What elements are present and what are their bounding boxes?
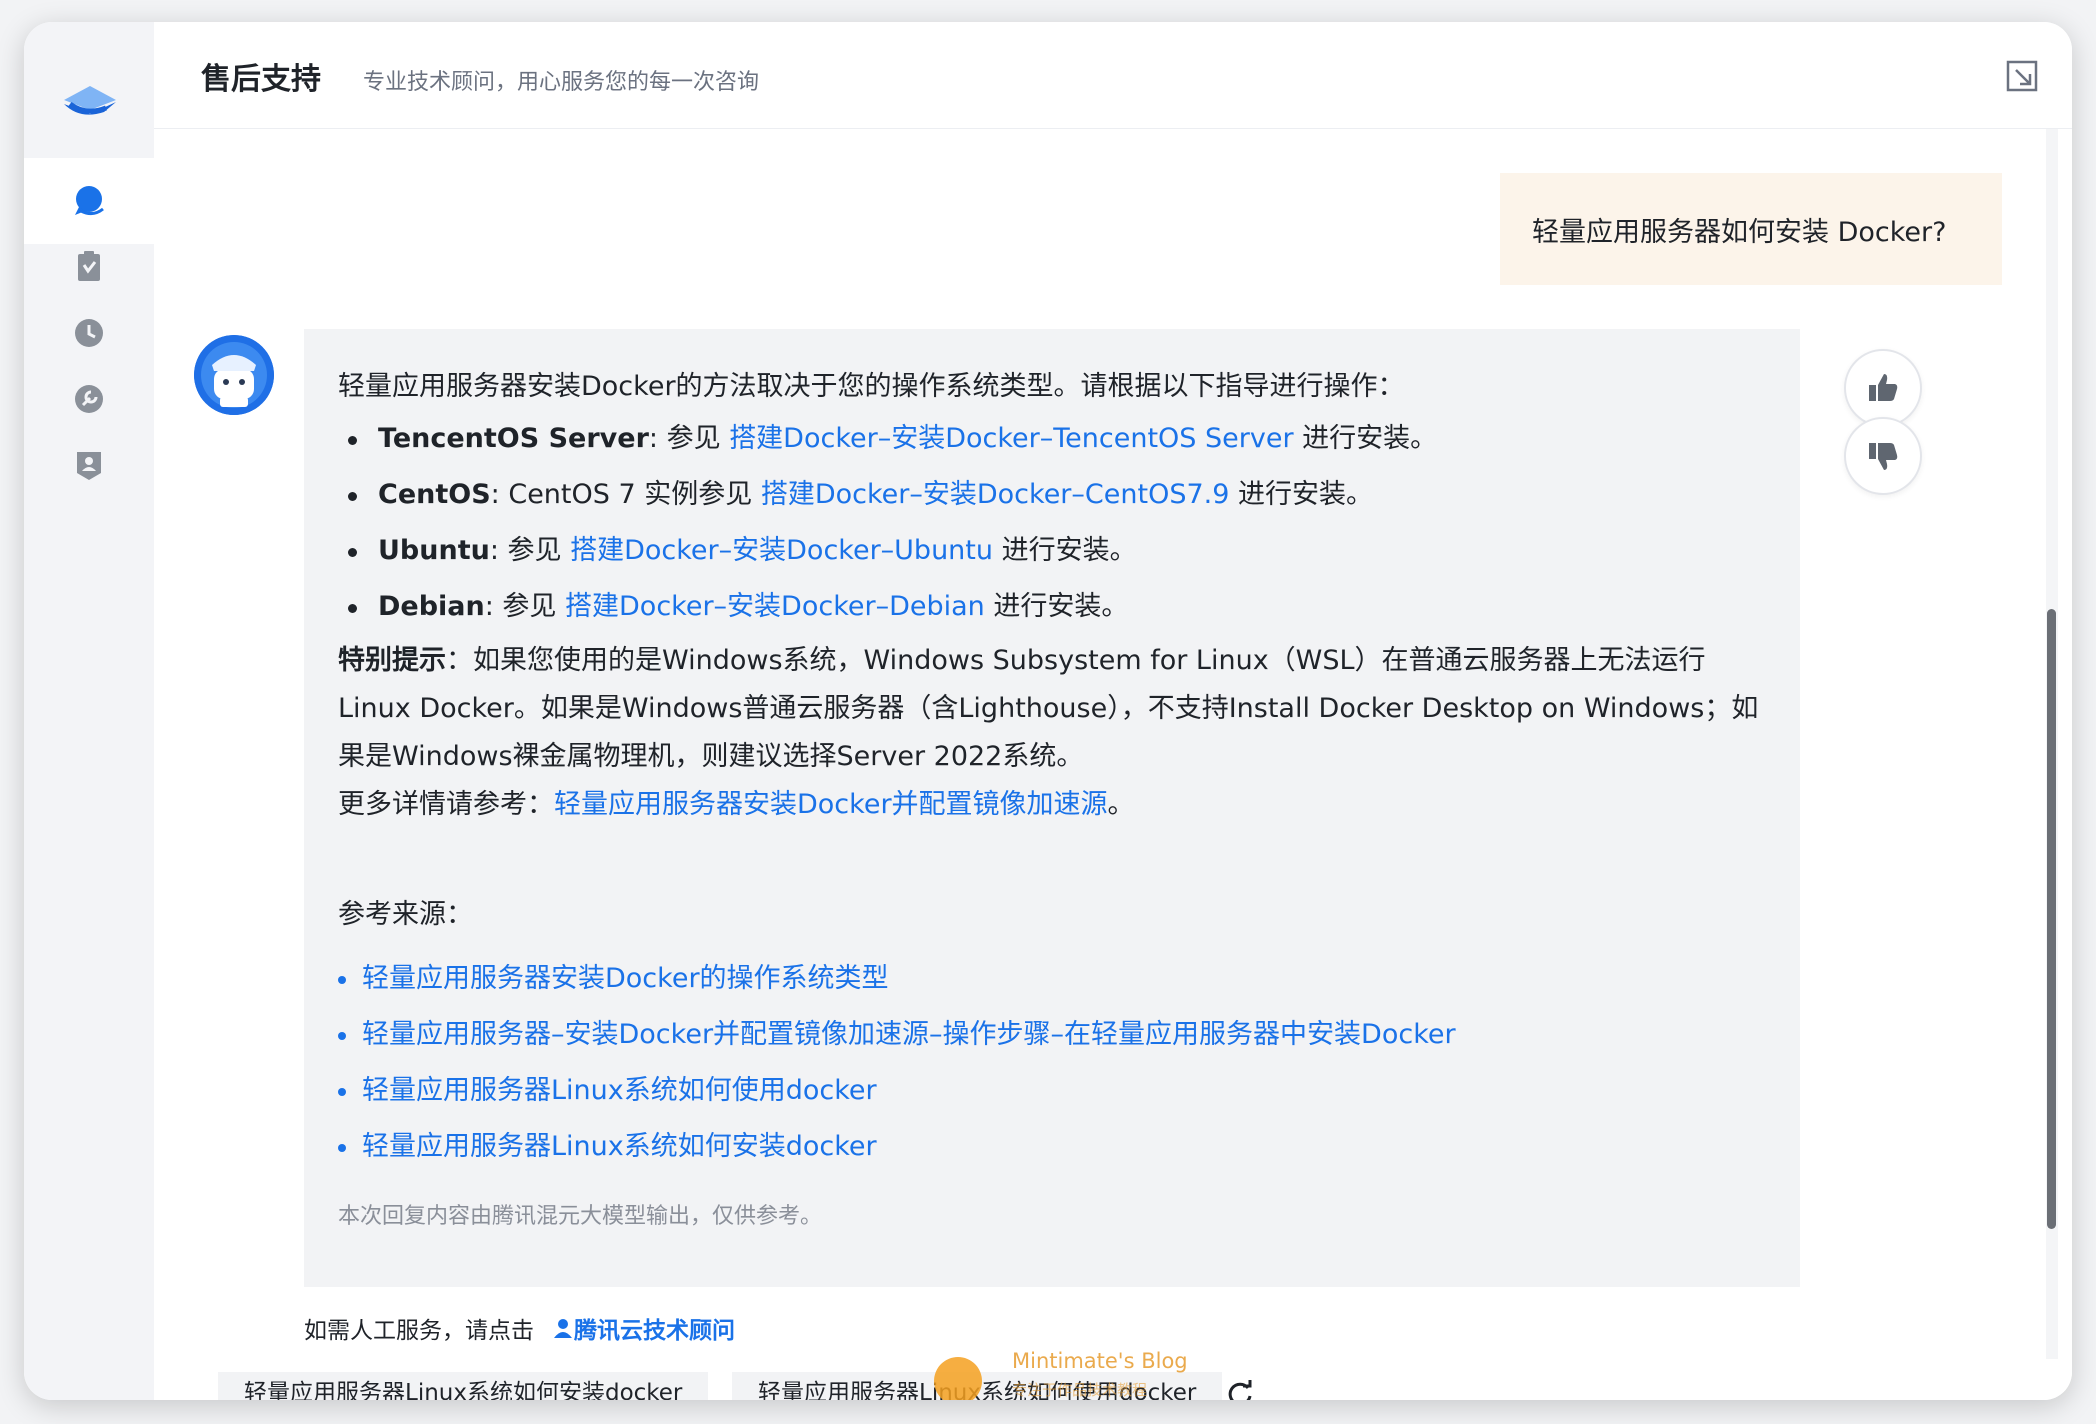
guide-link[interactable]: 搭建Docker–安装Docker–Debian — [565, 591, 985, 622]
watermark: Mintimate's Blog 专注于作品技术教程 — [934, 1345, 1234, 1400]
refs-title: 参考来源： — [338, 899, 473, 930]
ai-disclaimer: 本次回复内容由腾讯混元大模型输出，仅供参考。 — [338, 1204, 823, 1229]
reference-item: 轻量应用服务器Linux系统如何安装docker — [338, 1119, 1766, 1175]
page-title: 售后支持 — [201, 62, 321, 97]
sidebar — [24, 22, 154, 1400]
list-item: Ubuntu: 参见 搭建Docker–安装Docker–Ubuntu 进行安装… — [338, 523, 1766, 579]
thumbs-up-button[interactable] — [1844, 349, 1922, 427]
list-item: TencentOS Server: 参见 搭建Docker–安装Docker–T… — [338, 411, 1766, 467]
reference-item: 轻量应用服务器Linux系统如何使用docker — [338, 1063, 1766, 1119]
cloud-logo-icon — [64, 86, 116, 115]
tip-label: 特别提示 — [338, 645, 446, 676]
page-subtitle: 专业技术顾问，用心服务您的每一次咨询 — [363, 70, 760, 95]
watermark-subtitle: 专注于作品技术教程 — [1012, 1381, 1148, 1399]
reference-link[interactable]: 轻量应用服务器Linux系统如何安装docker — [362, 1131, 877, 1162]
watermark-name: Mintimate's Blog — [1012, 1349, 1188, 1373]
guide-link[interactable]: 搭建Docker–安装Docker–Ubuntu — [570, 535, 993, 566]
os-name: CentOS — [378, 479, 491, 510]
reference-link[interactable]: 轻量应用服务器–安装Docker并配置镜像加速源–操作步骤–在轻量应用服务器中安… — [362, 1019, 1456, 1050]
reference-item: 轻量应用服务器安装Docker的操作系统类型 — [338, 951, 1766, 1007]
more-details-link[interactable]: 轻量应用服务器安装Docker并配置镜像加速源 — [554, 789, 1108, 820]
person-badge-icon — [77, 452, 101, 480]
ticket-icon — [78, 251, 100, 281]
clock-icon — [75, 319, 103, 347]
special-tip: 特别提示：如果您使用的是Windows系统，Windows Subsystem … — [338, 645, 1759, 820]
wrench-icon — [75, 385, 103, 413]
scrollbar-thumb[interactable] — [2047, 609, 2056, 1229]
os-name: Ubuntu — [378, 535, 490, 566]
os-list: TencentOS Server: 参见 搭建Docker–安装Docker–T… — [338, 411, 1766, 635]
reference-link[interactable]: 轻量应用服务器安装Docker的操作系统类型 — [362, 963, 889, 994]
tech-advisor-link[interactable]: 腾讯云技术顾问 — [552, 1311, 735, 1345]
assistant-answer: 轻量应用服务器安装Docker的方法取决于您的操作系统类型。请根据以下指导进行操… — [304, 329, 1800, 1287]
user-message-bubble: 轻量应用服务器如何安装 Docker? — [1500, 173, 2002, 285]
robot-mascot-icon — [194, 335, 274, 415]
guide-link[interactable]: 搭建Docker–安装Docker–CentOS7.9 — [761, 479, 1230, 510]
thumbs-down-button[interactable] — [1844, 417, 1922, 495]
expand-window-icon[interactable] — [2004, 58, 2040, 94]
reference-link[interactable]: 轻量应用服务器Linux系统如何使用docker — [362, 1075, 877, 1106]
os-name: Debian — [378, 591, 485, 622]
os-name: TencentOS Server — [378, 423, 649, 454]
sidebar-item-profile[interactable] — [24, 422, 154, 508]
guide-link[interactable]: 搭建Docker–安装Docker–TencentOS Server — [729, 423, 1293, 454]
header: 售后支持 专业技术顾问，用心服务您的每一次咨询 — [154, 22, 2072, 129]
chat-icon — [75, 186, 104, 216]
list-item: CentOS: CentOS 7 实例参见 搭建Docker–安装Docker–… — [338, 467, 1766, 523]
list-item: Debian: 参见 搭建Docker–安装Docker–Debian 进行安装… — [338, 579, 1766, 635]
thumbs-down-icon — [1869, 443, 1898, 470]
thumbs-up-icon — [1869, 374, 1898, 401]
assistant-avatar — [194, 335, 274, 415]
human-service-prompt: 如需人工服务，请点击 — [304, 1318, 534, 1344]
reference-list: 轻量应用服务器安装Docker的操作系统类型 轻量应用服务器–安装Docker并… — [338, 951, 1766, 1175]
support-window: 售后支持 专业技术顾问，用心服务您的每一次咨询 轻量应用服务器如何安装 Dock… — [24, 22, 2072, 1400]
answer-intro: 轻量应用服务器安装Docker的方法取决于您的操作系统类型。请根据以下指导进行操… — [338, 371, 1405, 402]
person-icon — [554, 1319, 572, 1338]
watermark-logo-icon — [934, 1357, 982, 1400]
chat-area: 轻量应用服务器如何安装 Docker? 轻量应用服务器安装Docker的方法取决… — [154, 129, 2072, 1400]
human-service-row: 如需人工服务，请点击 腾讯云技术顾问 — [304, 1311, 735, 1345]
reference-item: 轻量应用服务器–安装Docker并配置镜像加速源–操作步骤–在轻量应用服务器中安… — [338, 1007, 1766, 1063]
suggestion-chip[interactable]: 轻量应用服务器Linux系统如何安装docker — [218, 1372, 709, 1400]
